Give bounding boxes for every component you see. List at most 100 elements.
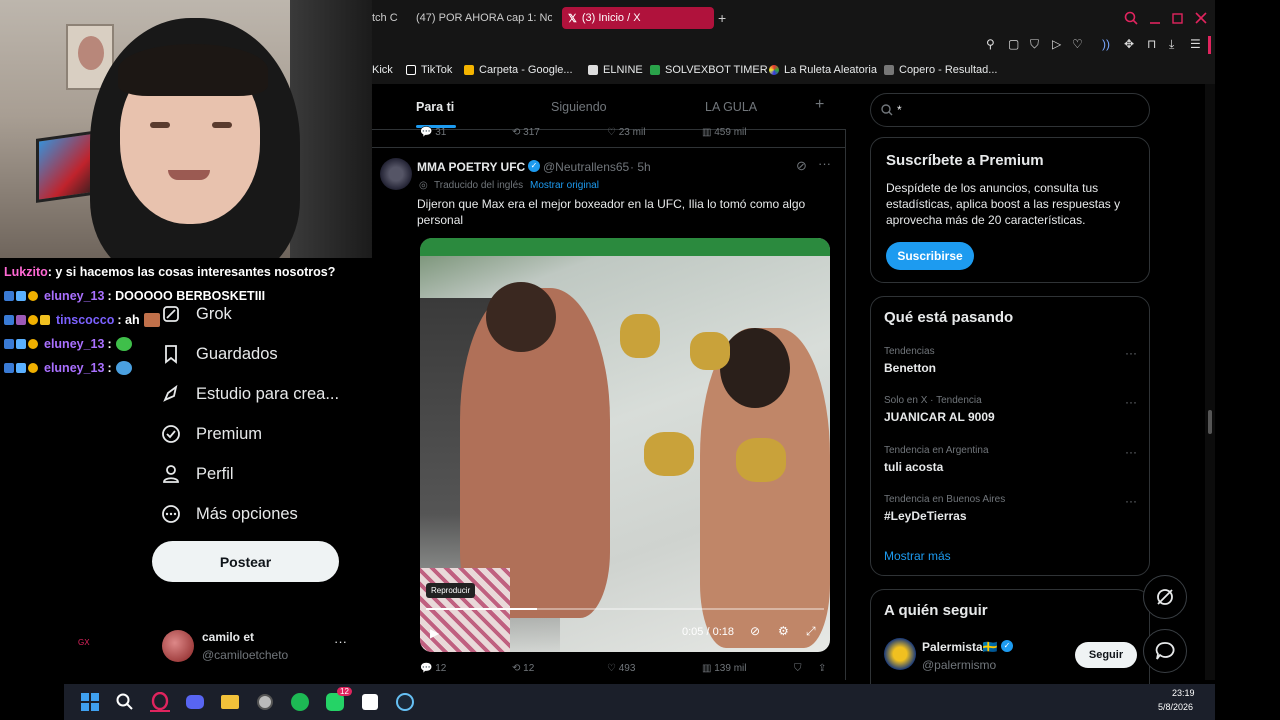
play-icon[interactable]: ▶ [430, 626, 439, 640]
follow-avatar[interactable] [884, 638, 916, 670]
audio-icon[interactable]: )) [1102, 37, 1110, 51]
tweet-video[interactable]: Reproducir ▶ 0:05 / 0:18 ⊘ ⚙ ⤢ [420, 238, 830, 652]
nav-label: Estudio para crea... [196, 384, 340, 403]
discord-icon[interactable] [185, 692, 205, 712]
mute-icon[interactable]: ⊘ [750, 624, 760, 638]
whatsapp-icon[interactable]: 12 [325, 687, 352, 712]
follow-button[interactable]: Seguir [1075, 642, 1137, 668]
reply-count[interactable]: 💬 31 [420, 127, 446, 138]
tweet-handle[interactable]: @Neutrallens65 [543, 160, 629, 174]
pin-icon[interactable]: ⚲ [986, 37, 995, 51]
trend-item[interactable]: Tendencia en Argentina tuli acosta ··· [871, 440, 1151, 480]
screenshot-icon[interactable]: ▢ [1008, 37, 1019, 51]
like-count[interactable]: ♡ 23 mil [607, 127, 645, 138]
view-count[interactable]: ▥ 459 mil [702, 127, 746, 138]
play-tooltip: Reproducir [426, 583, 476, 598]
post-button[interactable]: Postear [152, 541, 339, 582]
glove [644, 432, 694, 476]
bookmark-icon[interactable]: ⛉ [794, 663, 802, 674]
bookmark-solvexbot[interactable]: SOLVEXBOT TIMER [650, 64, 768, 76]
nav-item-premium[interactable]: Premium [160, 418, 262, 450]
nav-item-perfil[interactable]: Perfil [160, 458, 234, 490]
browser-tab[interactable]: (47) POR AHORA cap 1: No [412, 7, 552, 29]
bookmark-tiktok[interactable]: TikTok [406, 64, 452, 76]
folder-icon[interactable] [220, 692, 240, 712]
bookmark-drive[interactable]: Carpeta - Google... [464, 64, 573, 76]
more-icon[interactable]: ··· [818, 156, 831, 171]
clock-date[interactable]: 5/8/2026 [1158, 702, 1193, 712]
clock-time[interactable]: 23:19 [1172, 688, 1195, 698]
trend-item[interactable]: Solo en X · Tendencia JUANICAR AL 9009 ·… [871, 391, 1151, 431]
like-button[interactable]: ♡ 493 [607, 663, 635, 674]
app-icon[interactable] [255, 692, 275, 712]
tweet-time[interactable]: · 5h [630, 160, 651, 174]
grok-fab[interactable] [1143, 575, 1187, 619]
minimize-icon[interactable] [1148, 11, 1162, 25]
right-sidebar: * Suscríbete a Premium Despídete de los … [846, 84, 1215, 689]
nav-item-guardados[interactable]: Guardados [160, 338, 278, 370]
account-switcher[interactable]: camilo et @camiloetcheto ··· [160, 628, 356, 668]
more-icon[interactable]: ··· [1125, 494, 1137, 508]
share-icon[interactable]: ⇪ [818, 663, 826, 674]
trend-meta: Tendencias [884, 346, 935, 357]
extensions-icon[interactable]: ✥ [1124, 37, 1134, 51]
settings-icon[interactable]: ⚙ [778, 624, 789, 638]
scrollbar-thumb[interactable] [1208, 410, 1212, 434]
search-icon[interactable] [115, 692, 135, 712]
windows-start-icon[interactable] [80, 692, 100, 712]
menu-icon[interactable]: ☰ [1190, 37, 1201, 51]
nav-item-grok[interactable]: Grok [160, 298, 232, 330]
trend-item[interactable]: Tendencias Benetton ··· [871, 341, 1151, 381]
show-original-link[interactable]: Mostrar original [530, 180, 599, 191]
heart-icon[interactable]: ♡ [1072, 37, 1083, 51]
bookmark-copero[interactable]: Copero - Resultad... [884, 64, 997, 76]
tab-siguiendo[interactable]: Siguiendo [551, 100, 607, 114]
more-icon[interactable]: ··· [1125, 346, 1137, 360]
trend-meta: Tendencia en Buenos Aires [884, 494, 1006, 505]
reply-button[interactable]: 💬 12 [420, 663, 446, 674]
drive-icon [464, 65, 474, 75]
grok-icon[interactable]: ⊘ [796, 158, 807, 174]
follow-name[interactable]: Palermista🇸🇪 [922, 640, 998, 654]
browser-tab[interactable]: tch C [372, 7, 402, 29]
bookmark-ruleta[interactable]: La Ruleta Aleatoria [769, 64, 877, 76]
browser-tab-active[interactable]: 𝕏 (3) Inicio / X [562, 7, 714, 29]
trend-item[interactable]: Tendencia en Buenos Aires #LeyDeTierras … [871, 490, 1151, 530]
tab-la-gula[interactable]: LA GULA [705, 100, 757, 114]
bookmark-kick[interactable]: Kick [372, 64, 393, 76]
search-icon [881, 104, 893, 116]
new-tab-button[interactable]: + [718, 7, 732, 29]
scrollbar[interactable] [1205, 84, 1215, 680]
nav-item-estudio[interactable]: Estudio para crea... [160, 378, 339, 410]
opera-gx-icon[interactable] [150, 692, 170, 712]
bookmark-elnine[interactable]: ELNINE [588, 64, 643, 76]
search-icon[interactable] [1124, 11, 1138, 25]
webcam-shadow [290, 0, 372, 258]
shield-icon[interactable]: ⛉ [1030, 37, 1039, 52]
subscribe-button[interactable]: Suscribirse [886, 242, 974, 270]
tab-para-ti[interactable]: Para ti [416, 100, 454, 114]
repost-count[interactable]: ⟲ 317 [512, 127, 540, 138]
download-icon[interactable]: ⤓ [1169, 37, 1174, 52]
bookmark-icon [160, 343, 182, 365]
more-icon[interactable]: ··· [1125, 395, 1137, 409]
more-icon[interactable]: ··· [1125, 445, 1137, 459]
video-progress-track[interactable] [426, 608, 824, 610]
spotify-icon[interactable] [290, 692, 310, 712]
app-icon[interactable] [360, 692, 380, 712]
steam-icon[interactable] [395, 692, 415, 712]
add-tab-button[interactable]: + [815, 96, 824, 114]
tweet-avatar[interactable] [380, 158, 412, 190]
nav-item-mas-opciones[interactable]: Más opciones [160, 498, 298, 530]
restore-icon[interactable] [1171, 11, 1185, 25]
play-icon[interactable]: ▷ [1052, 37, 1061, 51]
search-input[interactable]: * [870, 93, 1150, 127]
repost-button[interactable]: ⟲ 12 [512, 663, 534, 674]
views-button[interactable]: ▥ 139 mil [702, 663, 746, 674]
vpn-icon[interactable]: ⊓ [1147, 37, 1156, 51]
show-more-link[interactable]: Mostrar más [884, 549, 951, 563]
close-icon[interactable] [1194, 11, 1208, 25]
messages-fab[interactable] [1143, 629, 1187, 673]
fullscreen-icon[interactable]: ⤢ [806, 624, 816, 639]
tweet-author[interactable]: MMA POETRY UFC [417, 160, 525, 174]
